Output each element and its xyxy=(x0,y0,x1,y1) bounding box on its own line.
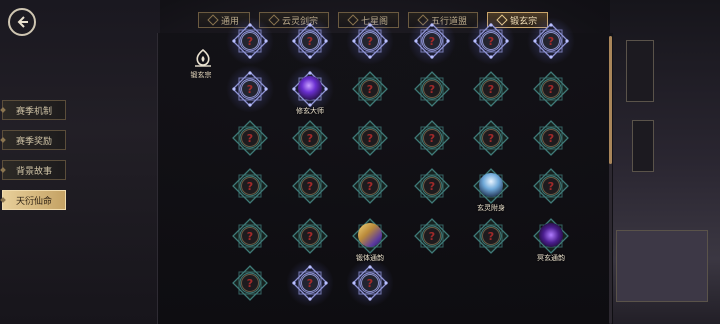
talent-node-locked[interactable]: ? xyxy=(412,118,452,158)
tab-ornament-icon xyxy=(207,14,219,26)
locked-question-icon: ? xyxy=(361,80,379,98)
locked-question-icon: ? xyxy=(361,177,379,195)
sect-emblem-icon xyxy=(195,48,211,67)
locked-question-icon: ? xyxy=(241,227,259,245)
sect-emblem: 锻玄宗 xyxy=(190,48,216,79)
talent-node-unlocked[interactable]: 冥玄通韵 xyxy=(531,216,571,262)
panel-scrollbar[interactable] xyxy=(609,36,612,324)
locked-question-icon: ? xyxy=(241,32,259,50)
talent-node-locked[interactable]: ? xyxy=(290,166,330,206)
talent-node-locked[interactable]: ? xyxy=(230,216,270,256)
talent-node-locked[interactable]: ? xyxy=(230,118,270,158)
locked-question-icon: ? xyxy=(361,129,379,147)
locked-question-icon: ? xyxy=(542,129,560,147)
talent-node-locked[interactable]: ? xyxy=(230,166,270,206)
locked-question-icon: ? xyxy=(423,177,441,195)
locked-question-icon: ? xyxy=(542,32,560,50)
talent-node-locked[interactable]: ? xyxy=(350,69,390,109)
locked-question-icon: ? xyxy=(482,80,500,98)
locked-question-icon: ? xyxy=(301,129,319,147)
talent-node-locked[interactable]: ? xyxy=(531,166,571,206)
locked-question-icon: ? xyxy=(482,129,500,147)
locked-question-icon: ? xyxy=(423,129,441,147)
menu-pip-icon xyxy=(0,167,6,173)
sidebar-item-destiny[interactable]: 天衍仙命 xyxy=(0,190,66,210)
right-background xyxy=(610,0,720,324)
talent-node-locked[interactable]: ? xyxy=(290,118,330,158)
talent-node-unlocked[interactable]: 锻体通韵 xyxy=(350,216,390,262)
talent-node-locked[interactable]: ? xyxy=(531,118,571,158)
talent-node-locked[interactable]: ? xyxy=(527,17,575,65)
talent-node-locked[interactable]: ? xyxy=(471,118,511,158)
locked-question-icon: ? xyxy=(241,80,259,98)
talent-node-locked[interactable]: ? xyxy=(346,17,394,65)
scrollbar-thumb[interactable] xyxy=(609,36,612,164)
talent-node-locked[interactable]: ? xyxy=(226,65,274,113)
locked-question-icon: ? xyxy=(301,177,319,195)
talent-node-locked[interactable]: ? xyxy=(226,17,274,65)
talent-node-locked[interactable]: ? xyxy=(286,259,334,307)
talent-node-locked[interactable]: ? xyxy=(412,216,452,256)
locked-question-icon: ? xyxy=(542,177,560,195)
talent-node-locked[interactable]: ? xyxy=(412,69,452,109)
menu-pip-icon xyxy=(0,137,6,143)
locked-question-icon: ? xyxy=(301,274,319,292)
talent-node-locked[interactable]: ? xyxy=(471,69,511,109)
talent-node-locked[interactable]: ? xyxy=(290,216,330,256)
locked-question-icon: ? xyxy=(301,227,319,245)
talent-node-locked[interactable]: ? xyxy=(346,259,394,307)
back-button[interactable] xyxy=(8,8,36,36)
menu-pip-icon xyxy=(0,197,6,203)
sidebar-item-label: 赛季奖励 xyxy=(15,136,52,147)
talent-node-locked[interactable]: ? xyxy=(350,166,390,206)
talent-art-icon xyxy=(298,76,322,100)
talent-node-label: 冥玄通韵 xyxy=(537,254,565,262)
talent-art-icon xyxy=(539,223,563,247)
talent-node-locked[interactable]: ? xyxy=(230,263,270,303)
locked-question-icon: ? xyxy=(482,227,500,245)
sidebar-item-label: 天衍仙命 xyxy=(15,196,52,207)
talent-node-locked[interactable]: ? xyxy=(471,216,511,256)
talent-node-label: 玄灵附身 xyxy=(477,204,505,212)
talent-node-locked[interactable]: ? xyxy=(350,118,390,158)
sidebar-item-season-rewards[interactable]: 赛季奖励 xyxy=(0,130,66,150)
locked-question-icon: ? xyxy=(241,129,259,147)
side-menu: 赛季机制 赛季奖励 背景故事 天衍仙命 xyxy=(0,100,66,210)
talent-node-locked[interactable]: ? xyxy=(531,69,571,109)
locked-question-icon: ? xyxy=(241,177,259,195)
sidebar-item-season-mechanics[interactable]: 赛季机制 xyxy=(0,100,66,120)
talent-node-locked[interactable]: ? xyxy=(412,166,452,206)
back-arrow-icon xyxy=(17,16,28,28)
tab-ornament-icon xyxy=(268,14,280,26)
locked-question-icon: ? xyxy=(482,32,500,50)
locked-question-icon: ? xyxy=(361,274,379,292)
talent-art-icon xyxy=(479,173,503,197)
talent-node-unlocked[interactable]: 玄灵附身 xyxy=(471,166,511,212)
locked-question-icon: ? xyxy=(542,80,560,98)
locked-question-icon: ? xyxy=(241,274,259,292)
sidebar-item-label: 赛季机制 xyxy=(15,106,52,117)
locked-question-icon: ? xyxy=(423,32,441,50)
locked-question-icon: ? xyxy=(301,32,319,50)
talent-node-locked[interactable]: ? xyxy=(408,17,456,65)
menu-pip-icon xyxy=(0,107,6,113)
sidebar-item-background-story[interactable]: 背景故事 xyxy=(0,160,66,180)
talent-node-label: 修玄大师 xyxy=(296,107,324,115)
talent-node-locked[interactable]: ? xyxy=(286,17,334,65)
sidebar-item-label: 背景故事 xyxy=(15,166,52,177)
talent-node-unlocked[interactable]: 修玄大师 xyxy=(286,65,334,115)
locked-question-icon: ? xyxy=(423,80,441,98)
talent-node-locked[interactable]: ? xyxy=(467,17,515,65)
talent-art-icon xyxy=(358,223,382,247)
sect-label: 锻玄宗 xyxy=(190,71,212,79)
locked-question-icon: ? xyxy=(423,227,441,245)
locked-question-icon: ? xyxy=(361,32,379,50)
